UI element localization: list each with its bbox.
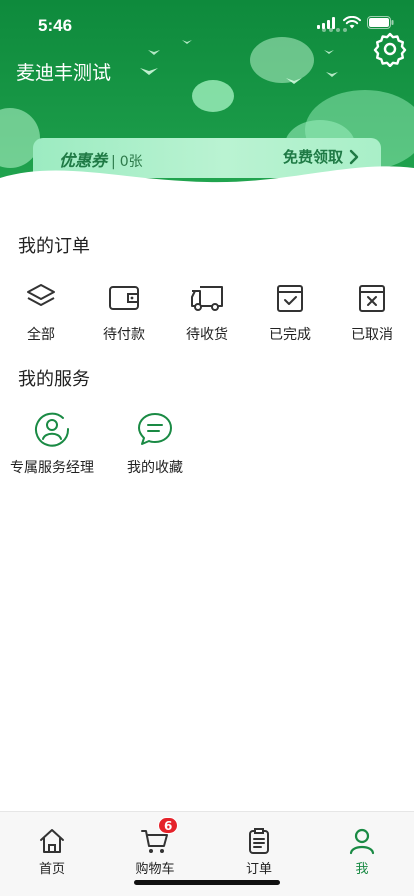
service-manager-label: 专属服务经理: [10, 460, 94, 476]
gear-icon: [373, 32, 407, 68]
battery-icon: [367, 16, 394, 29]
service-favorites-label: 我的收藏: [127, 460, 183, 476]
home-icon: [40, 829, 64, 853]
tab-cart-label: 购物车: [135, 862, 175, 877]
tab-me[interactable]: 我: [322, 826, 402, 877]
bird-decoration: [140, 40, 338, 84]
settings-button[interactable]: [372, 31, 408, 68]
clipboard-icon: [249, 828, 269, 854]
order-pending-receipt-label: 待收货: [186, 327, 228, 343]
order-completed[interactable]: 已完成: [249, 280, 331, 344]
chat-bubble-icon: [138, 413, 172, 445]
status-icons: [317, 16, 394, 29]
home-indicator: [134, 880, 280, 885]
services-section-title: 我的服务: [18, 369, 90, 390]
tab-me-label: 我: [355, 862, 369, 877]
tab-home-label: 首页: [38, 862, 65, 877]
wifi-icon: [343, 16, 361, 29]
signal-icon: [317, 16, 335, 29]
header-wave: [0, 166, 414, 225]
order-all-label: 全部: [27, 327, 55, 343]
layers-icon: [27, 284, 55, 306]
user-name: 麦迪丰测试: [16, 62, 112, 84]
tab-orders[interactable]: 订单: [219, 826, 299, 877]
person-icon: [349, 828, 375, 855]
wallet-icon: [109, 286, 139, 310]
tab-cart[interactable]: 购物车: [115, 826, 195, 877]
orders-section-title: 我的订单: [18, 236, 90, 257]
service-manager[interactable]: 专属服务经理: [8, 410, 96, 477]
service-manager-icon: [35, 412, 70, 447]
order-cancelled[interactable]: 已取消: [331, 280, 413, 344]
status-time: 5:46: [38, 16, 73, 35]
tab-home[interactable]: 首页: [12, 826, 92, 877]
order-all[interactable]: 全部: [0, 280, 82, 344]
order-completed-label: 已完成: [269, 327, 311, 343]
truck-icon: [191, 286, 223, 311]
order-cancelled-label: 已取消: [351, 327, 393, 343]
calendar-x-icon: [359, 285, 385, 312]
calendar-check-icon: [277, 285, 303, 312]
tab-orders-label: 订单: [245, 862, 272, 877]
cart-badge: 6: [158, 817, 179, 834]
service-favorites[interactable]: 我的收藏: [125, 410, 185, 477]
profile-header: 5:46 麦迪丰测试 优惠券 | 0张 免费领取: [0, 0, 414, 225]
order-pending-payment-label: 待付款: [103, 327, 145, 343]
order-pending-receipt[interactable]: 待收货: [166, 280, 248, 344]
order-pending-payment[interactable]: 待付款: [83, 280, 165, 344]
order-status-row: 全部 待付款 待收货 已完成 已取消: [0, 280, 414, 350]
